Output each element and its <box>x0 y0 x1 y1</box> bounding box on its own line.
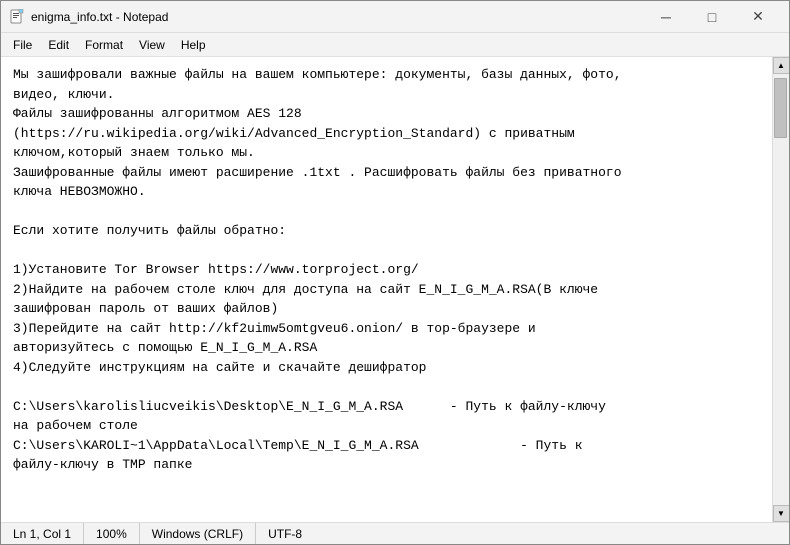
menu-edit[interactable]: Edit <box>40 34 77 56</box>
maximize-button[interactable]: □ <box>689 1 735 33</box>
menu-bar: File Edit Format View Help <box>1 33 789 57</box>
status-position: Ln 1, Col 1 <box>9 523 84 544</box>
minimize-button[interactable]: ─ <box>643 1 689 33</box>
notepad-window: enigma_info.txt - Notepad ─ □ ✕ File Edi… <box>0 0 790 545</box>
menu-help[interactable]: Help <box>173 34 214 56</box>
status-encoding: UTF-8 <box>256 523 314 544</box>
menu-file[interactable]: File <box>5 34 40 56</box>
app-icon <box>9 9 25 25</box>
close-button[interactable]: ✕ <box>735 1 781 33</box>
scroll-up-button[interactable]: ▲ <box>773 57 790 74</box>
title-bar: enigma_info.txt - Notepad ─ □ ✕ <box>1 1 789 33</box>
window-title: enigma_info.txt - Notepad <box>31 10 643 24</box>
status-bar: Ln 1, Col 1 100% Windows (CRLF) UTF-8 <box>1 522 789 544</box>
menu-view[interactable]: View <box>131 34 173 56</box>
status-line-ending: Windows (CRLF) <box>140 523 256 544</box>
menu-format[interactable]: Format <box>77 34 131 56</box>
scroll-down-button[interactable]: ▼ <box>773 505 790 522</box>
vertical-scrollbar[interactable]: ▲ ▼ <box>772 57 789 522</box>
window-controls: ─ □ ✕ <box>643 1 781 33</box>
status-zoom: 100% <box>84 523 140 544</box>
text-editor[interactable]: Мы зашифровали важные файлы на вашем ком… <box>1 57 772 522</box>
scroll-track[interactable] <box>773 74 789 505</box>
content-area: Мы зашифровали важные файлы на вашем ком… <box>1 57 789 522</box>
scroll-thumb[interactable] <box>774 78 787 138</box>
